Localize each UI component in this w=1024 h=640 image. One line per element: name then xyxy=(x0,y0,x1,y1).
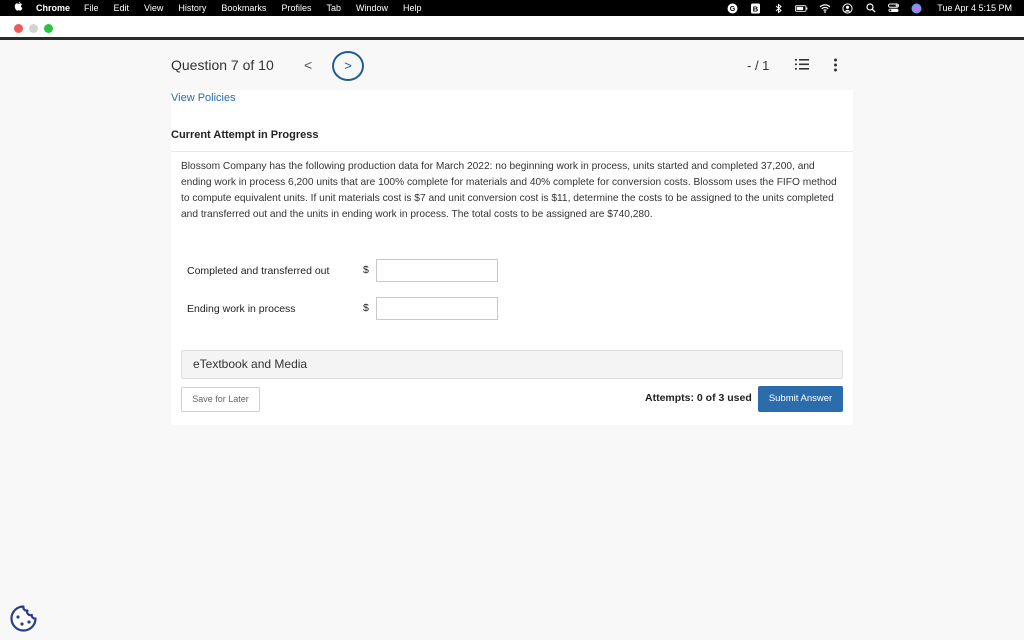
attempts-counter: Attempts: 0 of 3 used xyxy=(645,392,752,404)
completed-transferred-label: Completed and transferred out xyxy=(187,265,330,277)
next-question-button[interactable]: > xyxy=(332,51,364,81)
submit-answer-button[interactable]: Submit Answer xyxy=(758,386,843,412)
question-text: Blossom Company has the following produc… xyxy=(181,161,837,220)
currency-symbol: $ xyxy=(363,302,369,314)
menu-file[interactable]: File xyxy=(84,3,99,13)
siri-icon[interactable] xyxy=(910,3,923,14)
attempt-status-heading: Current Attempt in Progress xyxy=(171,129,319,141)
currency-symbol: $ xyxy=(363,264,369,276)
battery-icon[interactable] xyxy=(795,3,808,14)
control-center-icon[interactable] xyxy=(887,3,900,14)
ending-wip-label: Ending work in process xyxy=(187,303,296,315)
menu-history[interactable]: History xyxy=(178,3,206,13)
svg-text:B: B xyxy=(753,4,759,13)
window-controls xyxy=(14,24,53,33)
view-policies-link[interactable]: View Policies xyxy=(171,92,236,104)
close-window-icon[interactable] xyxy=(14,24,23,33)
browser-tab-strip xyxy=(0,16,1024,38)
svg-text:G: G xyxy=(730,6,736,13)
menu-help[interactable]: Help xyxy=(403,3,422,13)
mac-menu-bar: Chrome File Edit View History Bookmarks … xyxy=(0,0,1024,16)
more-options-icon[interactable] xyxy=(833,58,838,77)
previous-question-button[interactable]: < xyxy=(304,57,312,73)
grammarly-icon[interactable]: G xyxy=(726,3,739,14)
toolbar-divider xyxy=(0,37,1024,40)
menu-app-chrome[interactable]: Chrome xyxy=(36,3,70,13)
save-for-later-button[interactable]: Save for Later xyxy=(181,387,260,412)
question-list-icon[interactable] xyxy=(795,58,809,76)
question-score: - / 1 xyxy=(747,58,770,73)
menu-profiles[interactable]: Profiles xyxy=(281,3,311,13)
ending-wip-input[interactable] xyxy=(376,297,498,320)
menu-view[interactable]: View xyxy=(144,3,163,13)
menu-clock[interactable]: Tue Apr 4 5:15 PM xyxy=(937,3,1012,13)
minimize-window-icon[interactable] xyxy=(29,24,38,33)
etextbook-media-toggle[interactable]: eTextbook and Media xyxy=(181,350,843,379)
zoom-window-icon[interactable] xyxy=(44,24,53,33)
wifi-icon[interactable] xyxy=(818,3,831,14)
completed-transferred-input[interactable] xyxy=(376,259,498,282)
user-account-icon[interactable] xyxy=(841,2,854,14)
menu-window[interactable]: Window xyxy=(356,3,388,13)
menu-tab[interactable]: Tab xyxy=(326,3,341,13)
bluetooth-icon[interactable] xyxy=(772,2,785,14)
spotlight-search-icon[interactable] xyxy=(864,3,877,14)
cookie-settings-icon[interactable] xyxy=(9,604,38,638)
section-divider xyxy=(171,151,853,152)
status-tray: G B Tue Apr 4 5:15 PM xyxy=(726,0,1012,16)
question-counter: Question 7 of 10 xyxy=(171,57,274,73)
menu-bookmarks[interactable]: Bookmarks xyxy=(221,3,266,13)
menu-edit[interactable]: Edit xyxy=(114,3,130,13)
apple-icon[interactable] xyxy=(14,1,24,15)
extension-b-icon[interactable]: B xyxy=(749,3,762,14)
